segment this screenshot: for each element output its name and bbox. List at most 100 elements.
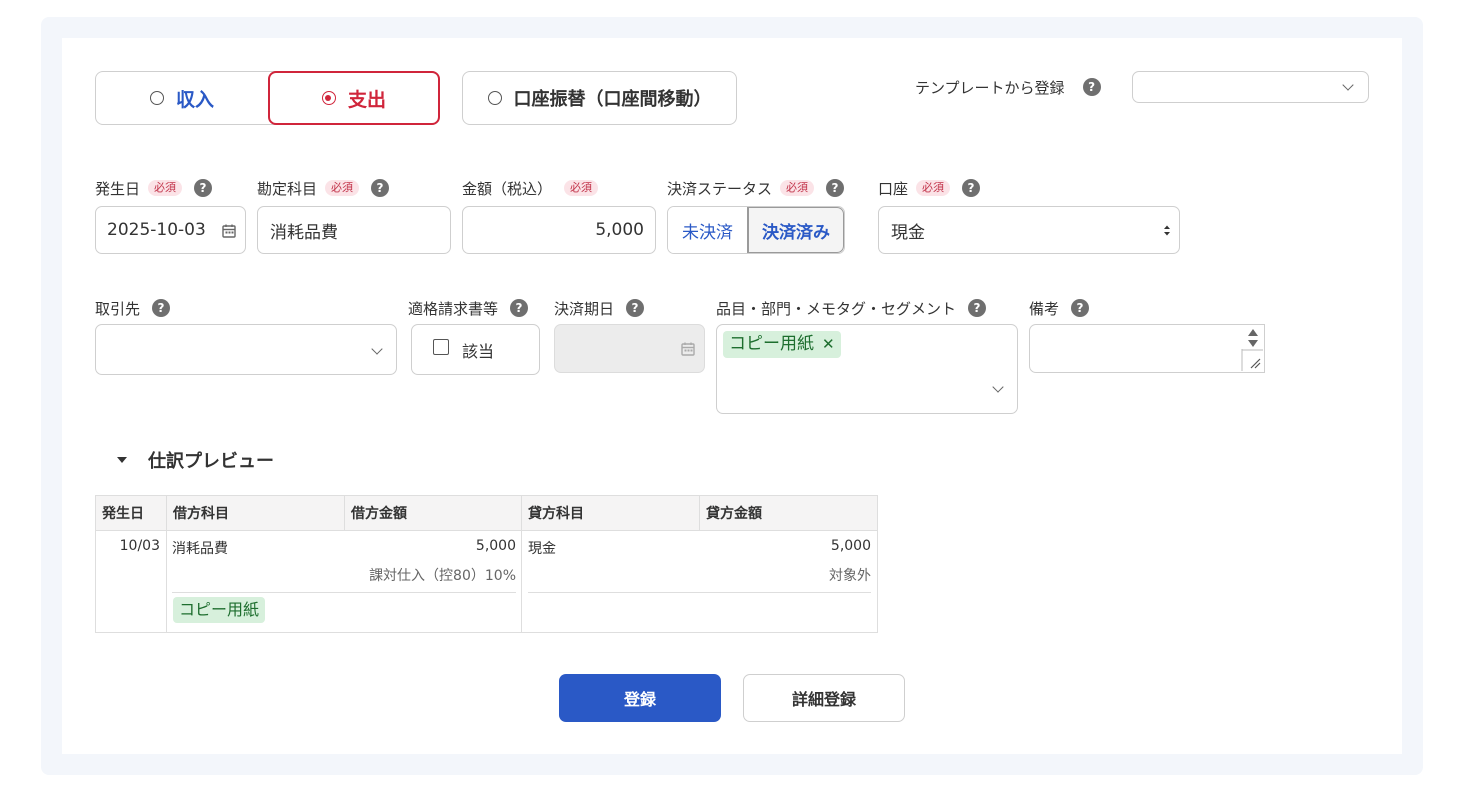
unsettled-option[interactable]: 未決済 bbox=[668, 207, 747, 253]
tag-chip-label: コピー用紙 bbox=[729, 334, 814, 354]
help-icon[interactable]: ? bbox=[626, 299, 645, 317]
help-icon[interactable]: ? bbox=[1082, 78, 1101, 96]
required-badge: 必須 bbox=[148, 180, 183, 196]
header-credit-item: 貸方科目 bbox=[521, 495, 700, 531]
expense-label: 支出 bbox=[347, 88, 386, 111]
settled-option[interactable]: 決済済み bbox=[747, 207, 844, 253]
wallet-select[interactable]: 現金 bbox=[878, 206, 1180, 254]
settlement-label-row: 決済ステータス 必須 ? bbox=[667, 178, 845, 198]
sort-arrows-icon bbox=[1164, 225, 1170, 236]
transfer-radio-box: 口座振替（口座間移動） bbox=[462, 71, 737, 125]
calendar-icon[interactable] bbox=[221, 223, 237, 239]
account-item-input[interactable]: 消耗品費 bbox=[257, 206, 451, 254]
header-debit-amount: 借方金額 bbox=[344, 495, 522, 531]
radio-selected-icon bbox=[321, 91, 336, 105]
due-date-label-row: 決済期日 ? bbox=[554, 298, 645, 318]
date-value: 2025-10-03 bbox=[107, 220, 206, 240]
memo-textarea[interactable] bbox=[1029, 324, 1265, 373]
debit-item-value: 消耗品費 bbox=[172, 541, 228, 557]
help-icon[interactable]: ? bbox=[1071, 299, 1090, 317]
template-label-row: テンプレートから登録 ? bbox=[915, 77, 1101, 97]
debit-cell: 消耗品費 5,000 課対仕入（控80）10% コピー用紙 bbox=[166, 530, 522, 633]
transfer-label: 口座振替（口座間移動） bbox=[513, 89, 712, 110]
tags-select[interactable]: コピー用紙 ✕ bbox=[716, 324, 1018, 414]
chevron-down-icon bbox=[1342, 79, 1354, 91]
required-badge: 必須 bbox=[325, 180, 360, 196]
tags-label: 品目・部門・メモタグ・セグメント bbox=[716, 299, 957, 318]
help-icon[interactable]: ? bbox=[510, 299, 529, 317]
settlement-label: 決済ステータス bbox=[667, 179, 773, 198]
chevron-down-icon bbox=[992, 381, 1004, 393]
checkbox-icon[interactable] bbox=[433, 338, 449, 355]
tags-label-row: 品目・部門・メモタグ・セグメント ? bbox=[716, 298, 987, 318]
preview-toggle[interactable]: 仕訳プレビュー bbox=[116, 450, 274, 472]
required-badge: 必須 bbox=[564, 180, 599, 196]
date-input[interactable]: 2025-10-03 bbox=[95, 206, 246, 254]
amount-value: 5,000 bbox=[595, 220, 644, 240]
register-button[interactable]: 登録 bbox=[559, 674, 721, 722]
row-date: 10/03 bbox=[95, 530, 167, 633]
invoice-label-row: 適格請求書等 ? bbox=[408, 298, 529, 318]
resize-handle-icon[interactable] bbox=[1241, 349, 1263, 371]
wallet-label-row: 口座 必須 ? bbox=[878, 178, 981, 198]
date-label: 発生日 bbox=[95, 179, 141, 198]
help-icon[interactable]: ? bbox=[826, 179, 845, 197]
row-date-value: 10/03 bbox=[119, 538, 160, 554]
debit-amount-value: 5,000 bbox=[475, 538, 516, 554]
preview-title: 仕訳プレビュー bbox=[148, 451, 274, 472]
partner-label: 取引先 bbox=[95, 299, 141, 318]
required-badge: 必須 bbox=[780, 180, 815, 196]
required-badge: 必須 bbox=[916, 180, 951, 196]
radio-circle-icon bbox=[487, 91, 502, 105]
partner-select[interactable] bbox=[95, 324, 397, 375]
account-item-value: 消耗品費 bbox=[270, 222, 338, 243]
partner-label-row: 取引先 ? bbox=[95, 298, 171, 318]
help-icon[interactable]: ? bbox=[152, 299, 171, 317]
wallet-value: 現金 bbox=[891, 222, 925, 243]
tag-chip: コピー用紙 ✕ bbox=[723, 331, 841, 358]
template-label: テンプレートから登録 bbox=[915, 78, 1065, 97]
expense-radio[interactable]: 支出 bbox=[268, 71, 440, 125]
help-icon[interactable]: ? bbox=[194, 179, 213, 197]
detail-register-button[interactable]: 詳細登録 bbox=[743, 674, 905, 722]
due-date-input-disabled bbox=[554, 324, 705, 373]
income-label: 収入 bbox=[175, 88, 214, 111]
invoice-checkbox-label: 該当 bbox=[462, 341, 495, 361]
spinner-arrows-icon[interactable] bbox=[1246, 326, 1260, 350]
invoice-label: 適格請求書等 bbox=[408, 299, 499, 318]
credit-amount-value: 5,000 bbox=[830, 538, 871, 554]
date-label-row: 発生日 必須 ? bbox=[95, 178, 213, 198]
transfer-radio[interactable]: 口座振替（口座間移動） bbox=[463, 72, 736, 124]
memo-label: 備考 bbox=[1029, 299, 1060, 318]
credit-tax-value: 対象外 bbox=[528, 560, 871, 593]
header-credit-amount: 貸方金額 bbox=[699, 495, 878, 531]
table-row: 10/03 消耗品費 5,000 課対仕入（控80）10% コピー用紙 現金 5… bbox=[95, 530, 878, 633]
help-icon[interactable]: ? bbox=[962, 179, 981, 197]
credit-cell: 現金 5,000 対象外 bbox=[521, 530, 878, 633]
chevron-down-icon bbox=[371, 343, 383, 355]
header-debit-item: 借方科目 bbox=[166, 495, 345, 531]
memo-label-row: 備考 ? bbox=[1029, 298, 1090, 318]
help-icon[interactable]: ? bbox=[371, 179, 390, 197]
preview-tag-chip: コピー用紙 bbox=[173, 597, 266, 623]
radio-circle-icon bbox=[149, 91, 164, 105]
income-radio[interactable]: 収入 bbox=[96, 72, 268, 124]
amount-input[interactable]: 5,000 bbox=[462, 206, 656, 254]
transaction-type-group: 収入 支出 bbox=[95, 71, 440, 125]
caret-down-icon bbox=[117, 457, 127, 463]
credit-item-value: 現金 bbox=[528, 541, 556, 557]
wallet-label: 口座 bbox=[878, 179, 909, 198]
account-item-label: 勘定科目 bbox=[257, 179, 318, 198]
amount-label: 金額（税込） bbox=[462, 179, 553, 198]
remove-tag-icon[interactable]: ✕ bbox=[822, 331, 835, 358]
due-date-label: 決済期日 bbox=[554, 299, 615, 318]
template-select[interactable] bbox=[1132, 71, 1369, 103]
journal-preview-table: 発生日 借方科目 借方金額 貸方科目 貸方金額 10/03 消耗品費 5,000… bbox=[95, 495, 878, 633]
amount-label-row: 金額（税込） 必須 bbox=[462, 178, 599, 198]
invoice-checkbox-box[interactable]: 該当 bbox=[411, 324, 540, 375]
calendar-icon bbox=[681, 342, 695, 356]
debit-tax-value: 課対仕入（控80）10% bbox=[172, 560, 516, 593]
table-header-row: 発生日 借方科目 借方金額 貸方科目 貸方金額 bbox=[95, 495, 878, 531]
help-icon[interactable]: ? bbox=[968, 299, 987, 317]
header-date: 発生日 bbox=[95, 495, 167, 531]
